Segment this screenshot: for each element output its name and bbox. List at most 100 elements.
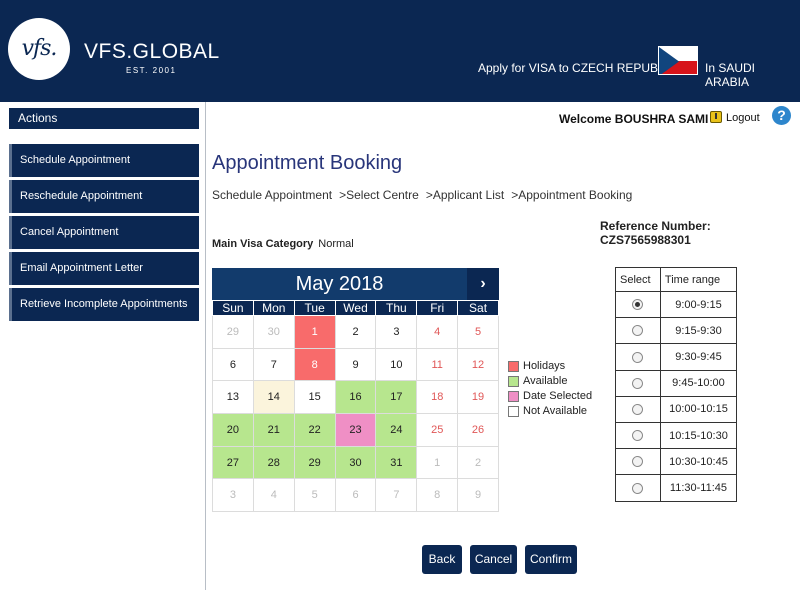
- calendar-day-cell[interactable]: 19: [457, 380, 499, 415]
- sidebar-item-cancel-appointment[interactable]: Cancel Appointment: [9, 216, 199, 249]
- time-slot-radio[interactable]: [632, 377, 644, 389]
- breadcrumb: Schedule Appointment >Select Centre >Appli…: [212, 188, 632, 202]
- power-icon[interactable]: [710, 111, 722, 123]
- calendar-day-cell[interactable]: 7: [375, 478, 418, 513]
- calendar-day-cell[interactable]: 12: [457, 347, 499, 382]
- logout-link[interactable]: Logout: [726, 112, 760, 124]
- calendar-day-cell[interactable]: 2: [457, 445, 499, 480]
- calendar-day-cell[interactable]: 20: [212, 413, 254, 447]
- sidebar-item-retrieve-incomplete[interactable]: Retrieve Incomplete Appointments: [9, 288, 199, 321]
- legend-item: Date Selected: [508, 391, 592, 406]
- calendar-day-cell[interactable]: 22: [293, 413, 336, 447]
- calendar-day-cell[interactable]: 28: [252, 445, 295, 480]
- calendar-day-cell[interactable]: 14: [252, 380, 295, 415]
- time-slot-range: 10:15-10:30: [659, 421, 738, 450]
- calendar-day-cell[interactable]: 15: [293, 380, 336, 415]
- time-slot-table: Select Time range 9:00-9:15 9:15-9:30 9:30…: [615, 267, 738, 502]
- time-slot-radio[interactable]: [632, 299, 644, 311]
- weekday-label: Sat: [457, 300, 499, 316]
- calendar-day-cell[interactable]: 4: [252, 478, 295, 513]
- brand-name: VFS.GLOBAL: [84, 40, 220, 63]
- time-slot-range: 9:15-9:30: [659, 317, 738, 345]
- calendar-day-cell[interactable]: 9: [334, 347, 377, 382]
- country-text: In SAUDI ARABIA: [705, 61, 756, 89]
- calendar-day-cell[interactable]: 21: [252, 413, 295, 447]
- time-slot-row: 10:00-10:15: [615, 395, 738, 423]
- calendar-day-cell[interactable]: 27: [212, 445, 254, 480]
- breadcrumb-item[interactable]: Schedule Appointment: [212, 188, 332, 202]
- welcome-text: Welcome BOUSHRA SAMI !: [559, 112, 716, 126]
- calendar-day-cell[interactable]: 29: [293, 445, 336, 480]
- calendar-month-title: May 2018: [295, 273, 384, 295]
- time-slot-select-cell: [615, 290, 661, 319]
- sidebar-item-email-appointment-letter[interactable]: Email Appointment Letter: [9, 252, 199, 285]
- calendar-day-cell[interactable]: 6: [334, 478, 377, 513]
- cancel-button[interactable]: Cancel: [470, 545, 517, 574]
- legend-item: Holidays: [508, 361, 592, 376]
- calendar-day-cell[interactable]: 18: [416, 380, 459, 415]
- time-slot-row: 9:00-9:15: [615, 290, 738, 319]
- back-button[interactable]: Back: [422, 545, 462, 574]
- apply-visa-text: Apply for VISA to CZECH REPUBLIC: [478, 61, 677, 75]
- time-slot-header-range: Time range: [659, 267, 738, 292]
- sidebar-item-reschedule-appointment[interactable]: Reschedule Appointment: [9, 180, 199, 213]
- time-slot-radio[interactable]: [632, 482, 644, 494]
- weekday-label: Wed: [334, 300, 377, 316]
- calendar-day-cell[interactable]: 26: [457, 413, 499, 447]
- calendar-day-cell[interactable]: 4: [416, 315, 459, 349]
- time-slot-radio[interactable]: [632, 456, 644, 468]
- weekday-label: Fri: [416, 300, 459, 316]
- vfs-logo: vfs.: [8, 18, 70, 80]
- calendar-day-cell[interactable]: 24: [375, 413, 418, 447]
- time-slot-radio[interactable]: [632, 430, 644, 442]
- time-slot-select-cell: [615, 395, 661, 423]
- legend-label: Not Available: [523, 405, 588, 417]
- time-slot-row: 9:15-9:30: [615, 317, 738, 345]
- calendar-day-cell[interactable]: 25: [416, 413, 459, 447]
- calendar-day-cell[interactable]: 11: [416, 347, 459, 382]
- header-bar: vfs. VFS.GLOBAL EST. 2001 Apply for VISA…: [0, 0, 800, 102]
- time-slot-header-select: Select: [615, 267, 661, 292]
- sidebar-item-schedule-appointment[interactable]: Schedule Appointment: [9, 144, 199, 177]
- time-slot-range: 9:30-9:45: [659, 343, 738, 371]
- legend-swatch: [508, 391, 519, 402]
- time-slot-row: 10:15-10:30: [615, 421, 738, 450]
- confirm-button[interactable]: Confirm: [525, 545, 577, 574]
- calendar-day-cell[interactable]: 5: [293, 478, 336, 513]
- breadcrumb-item[interactable]: Applicant List: [433, 188, 504, 202]
- calendar-day-cell[interactable]: 30: [334, 445, 377, 480]
- calendar-day-cell[interactable]: 10: [375, 347, 418, 382]
- chevron-right-icon[interactable]: ›: [467, 268, 499, 300]
- help-icon[interactable]: ?: [772, 106, 791, 125]
- calendar-day-cell[interactable]: 31: [375, 445, 418, 480]
- calendar-week-row: 27 28 29 30 31 1 2: [212, 445, 499, 480]
- time-slot-radio[interactable]: [632, 403, 644, 415]
- calendar-day-cell[interactable]: 8: [416, 478, 459, 513]
- calendar-day-cell[interactable]: 1: [416, 445, 459, 480]
- calendar-day-cell[interactable]: 5: [457, 315, 499, 349]
- time-slot-radio[interactable]: [632, 351, 644, 363]
- calendar-day-cell[interactable]: 7: [252, 347, 295, 382]
- calendar-day-cell[interactable]: 16: [334, 380, 377, 415]
- calendar-day-cell[interactable]: 30: [252, 315, 295, 349]
- weekday-label: Thu: [375, 300, 418, 316]
- calendar-week-row: 20 21 22 23 24 25 26: [212, 413, 499, 447]
- calendar-day-cell[interactable]: 1: [293, 315, 336, 349]
- breadcrumb-item[interactable]: Select Centre: [346, 188, 419, 202]
- calendar-header: May 2018 ›: [212, 268, 499, 300]
- calendar-day-cell[interactable]: 9: [457, 478, 499, 513]
- calendar-body: 29 30 1 2 3 4 5 6 7 8 9 10 11 12 13 14 15 16 17 18 19 20 21 22 2…: [212, 315, 499, 513]
- legend-label: Available: [523, 375, 568, 387]
- calendar-day-cell[interactable]: 23: [334, 413, 377, 447]
- time-slot-range: 10:30-10:45: [659, 448, 738, 476]
- calendar-day-cell[interactable]: 29: [212, 315, 254, 349]
- calendar-day-cell[interactable]: 6: [212, 347, 254, 382]
- calendar-day-cell[interactable]: 3: [212, 478, 254, 513]
- calendar-day-cell[interactable]: 13: [212, 380, 254, 415]
- time-slot-radio[interactable]: [632, 325, 644, 337]
- calendar-day-cell[interactable]: 8: [293, 347, 336, 382]
- calendar-day-cell[interactable]: 2: [334, 315, 377, 349]
- time-slot-range: 10:00-10:15: [659, 395, 738, 423]
- calendar-day-cell[interactable]: 17: [375, 380, 418, 415]
- calendar-day-cell[interactable]: 3: [375, 315, 418, 349]
